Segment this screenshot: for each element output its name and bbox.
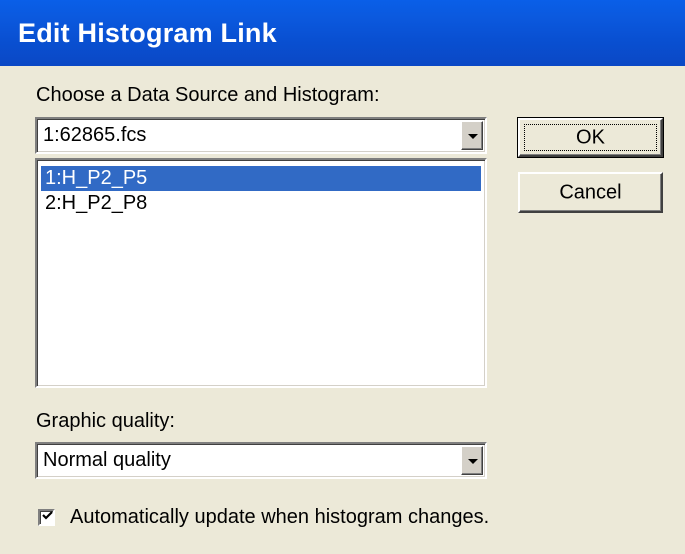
checkmark-icon <box>42 511 53 520</box>
cancel-button-label: Cancel <box>559 181 622 203</box>
graphic-quality-combobox[interactable]: Normal quality <box>35 442 487 479</box>
histogram-list-item[interactable]: 2:H_P2_P8 <box>41 191 481 216</box>
histogram-list-item[interactable]: 1:H_P2_P5 <box>41 166 481 191</box>
ok-button-label: OK <box>576 126 605 148</box>
histogram-item-label: 1:H_P2_P5 <box>45 167 148 189</box>
histogram-listbox[interactable]: 1:H_P2_P5 2:H_P2_P8 <box>35 158 487 388</box>
cancel-button[interactable]: Cancel <box>518 172 663 213</box>
auto-update-checkbox[interactable] <box>38 509 55 526</box>
ok-button[interactable]: OK <box>517 117 664 158</box>
chevron-down-icon <box>468 459 478 464</box>
graphic-quality-dropdown-button[interactable] <box>461 446 483 475</box>
auto-update-label[interactable]: Automatically update when histogram chan… <box>70 506 489 529</box>
window-title: Edit Histogram Link <box>18 18 277 48</box>
data-source-dropdown-button[interactable] <box>461 121 483 150</box>
data-source-combobox[interactable]: 1:62865.fcs <box>35 117 487 154</box>
data-source-value: 1:62865.fcs <box>43 124 147 146</box>
edit-histogram-link-dialog: Edit Histogram Link Choose a Data Source… <box>0 0 685 554</box>
graphic-quality-label: Graphic quality: <box>36 410 175 432</box>
title-bar[interactable]: Edit Histogram Link <box>0 0 685 66</box>
data-source-label: Choose a Data Source and Histogram: <box>36 84 380 106</box>
chevron-down-icon <box>468 134 478 139</box>
graphic-quality-value: Normal quality <box>43 449 171 471</box>
histogram-item-label: 2:H_P2_P8 <box>45 192 148 214</box>
